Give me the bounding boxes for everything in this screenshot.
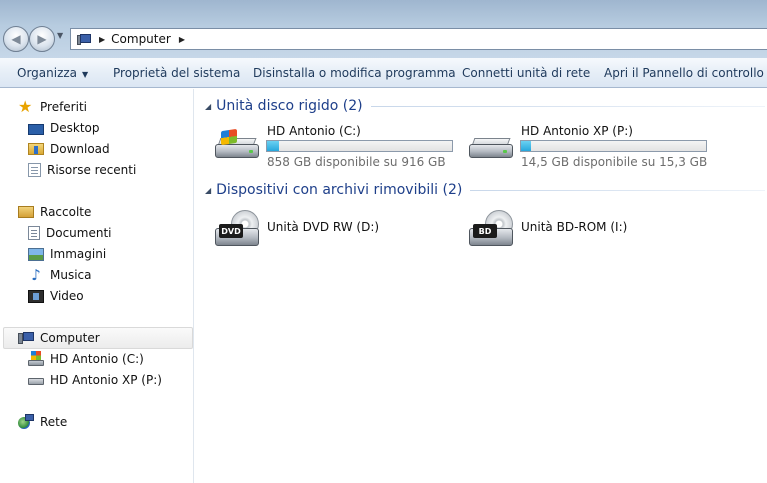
video-film-icon — [28, 289, 44, 303]
sidebar-item-network[interactable]: Rete — [18, 412, 67, 432]
bd-badge: BD — [473, 224, 497, 238]
hard-drive-icon — [28, 372, 44, 388]
sidebar-item-label: Video — [50, 289, 84, 303]
breadcrumb-computer[interactable]: Computer — [111, 32, 171, 46]
organize-button[interactable]: Organizza ▼ — [17, 66, 88, 80]
hard-drive-icon — [467, 124, 515, 164]
drive-tile-p[interactable]: HD Antonio XP (P:) 14,5 GB disponibile s… — [467, 124, 712, 174]
drive-usage-fill — [267, 141, 279, 151]
sidebar-item-label: Documenti — [46, 226, 112, 240]
address-bar[interactable]: ▶ Computer ▶ — [70, 28, 767, 50]
sidebar-item-label: Immagini — [50, 247, 107, 261]
drive-name: Unità BD-ROM (I:) — [521, 220, 628, 234]
uninstall-program-button[interactable]: Disinstalla o modifica programma — [253, 66, 456, 80]
drive-free-space: 14,5 GB disponibile su 15,3 GB — [521, 155, 708, 169]
star-icon: ★ — [18, 97, 33, 116]
breadcrumb-chevron-icon[interactable]: ▶ — [179, 35, 185, 44]
recent-places-icon — [28, 163, 41, 177]
dvd-badge: DVD — [219, 224, 243, 238]
drive-usage-bar — [266, 140, 453, 152]
sidebar-item-video[interactable]: Video — [28, 286, 84, 306]
back-arrow-icon: ◀ — [11, 32, 21, 46]
sidebar-item-recent[interactable]: Risorse recenti — [28, 160, 136, 180]
drive-usage-fill — [521, 141, 531, 151]
forward-arrow-icon: ▶ — [37, 32, 47, 46]
organize-label: Organizza — [17, 65, 78, 80]
bd-drive-icon: BD — [467, 210, 515, 250]
sidebar-item-label: Musica — [50, 268, 92, 282]
libraries-icon — [18, 206, 34, 218]
forward-button[interactable]: ▶ — [29, 26, 55, 52]
sidebar-item-libraries[interactable]: Raccolte — [18, 202, 91, 222]
desktop-icon — [28, 123, 44, 135]
drive-name: HD Antonio XP (P:) — [521, 124, 633, 138]
sidebar-item-drive-c[interactable]: HD Antonio (C:) — [28, 349, 144, 369]
map-network-drive-button[interactable]: Connetti unità di rete — [462, 66, 590, 80]
group-header-hard-drives[interactable]: ◢ Unità disco rigido (2) — [205, 96, 765, 116]
computer-icon — [18, 330, 34, 346]
chevron-down-icon: ▼ — [82, 69, 89, 79]
picture-icon — [28, 247, 44, 261]
drive-tile-c[interactable]: HD Antonio (C:) 858 GB disponibile su 91… — [213, 124, 458, 174]
collapse-triangle-icon[interactable]: ◢ — [205, 102, 211, 111]
group-divider — [470, 189, 765, 191]
recent-pages-dropdown[interactable]: ▼ — [57, 31, 63, 40]
open-control-panel-button[interactable]: Apri il Pannello di controllo — [604, 66, 764, 80]
computer-icon — [77, 33, 91, 45]
sidebar-item-label: HD Antonio XP (P:) — [50, 373, 162, 387]
sidebar-item-music[interactable]: ♪ Musica — [28, 265, 92, 285]
drive-name: Unità DVD RW (D:) — [267, 220, 380, 234]
command-bar: Organizza ▼ Proprietà del sistema Disinst… — [0, 58, 767, 88]
drive-free-space: 858 GB disponibile su 916 GB — [267, 155, 446, 169]
network-icon — [18, 414, 34, 430]
collapse-triangle-icon[interactable]: ◢ — [205, 186, 211, 195]
windows-drive-icon — [213, 124, 261, 164]
download-folder-icon — [28, 143, 44, 155]
drive-tile-i[interactable]: BD Unità BD-ROM (I:) — [467, 210, 712, 254]
sidebar-item-images[interactable]: Immagini — [28, 244, 106, 264]
sidebar-item-drive-p[interactable]: HD Antonio XP (P:) — [28, 370, 162, 390]
sidebar-item-favorites[interactable]: ★ Preferiti — [18, 97, 87, 117]
sidebar-item-desktop[interactable]: Desktop — [28, 118, 100, 138]
music-note-icon: ♪ — [31, 266, 41, 284]
drive-usage-bar — [520, 140, 707, 152]
windows-drive-icon — [28, 351, 44, 367]
drive-name: HD Antonio (C:) — [267, 124, 361, 138]
group-title: Unità disco rigido (2) — [216, 98, 363, 114]
sidebar-item-download[interactable]: Download — [28, 139, 110, 159]
sidebar-item-computer[interactable]: Computer — [18, 328, 100, 348]
group-header-removable[interactable]: ◢ Dispositivi con archivi rimovibili (2) — [205, 180, 765, 200]
drive-tile-d[interactable]: DVD Unità DVD RW (D:) — [213, 210, 458, 254]
sidebar-item-documents[interactable]: Documenti — [28, 223, 112, 243]
sidebar-item-label: Download — [50, 142, 110, 156]
group-divider — [370, 105, 765, 107]
navigation-pane: ★ Preferiti Desktop Download Risorse rec… — [0, 89, 194, 483]
back-button[interactable]: ◀ — [3, 26, 29, 52]
dvd-drive-icon: DVD — [213, 210, 261, 250]
sidebar-item-label: Computer — [40, 331, 100, 345]
sidebar-item-label: Risorse recenti — [47, 163, 137, 177]
breadcrumb-chevron-icon[interactable]: ▶ — [99, 35, 105, 44]
sidebar-item-label: HD Antonio (C:) — [50, 352, 144, 366]
group-title: Dispositivi con archivi rimovibili (2) — [216, 182, 463, 198]
sidebar-item-label: Desktop — [50, 121, 100, 135]
sidebar-item-label: Preferiti — [40, 100, 87, 114]
document-icon — [28, 226, 40, 240]
sidebar-item-label: Rete — [40, 415, 68, 429]
sidebar-item-label: Raccolte — [40, 205, 92, 219]
system-properties-button[interactable]: Proprietà del sistema — [113, 66, 240, 80]
title-bar: ◀ ▶ ▼ ▶ Computer ▶ — [0, 0, 767, 58]
